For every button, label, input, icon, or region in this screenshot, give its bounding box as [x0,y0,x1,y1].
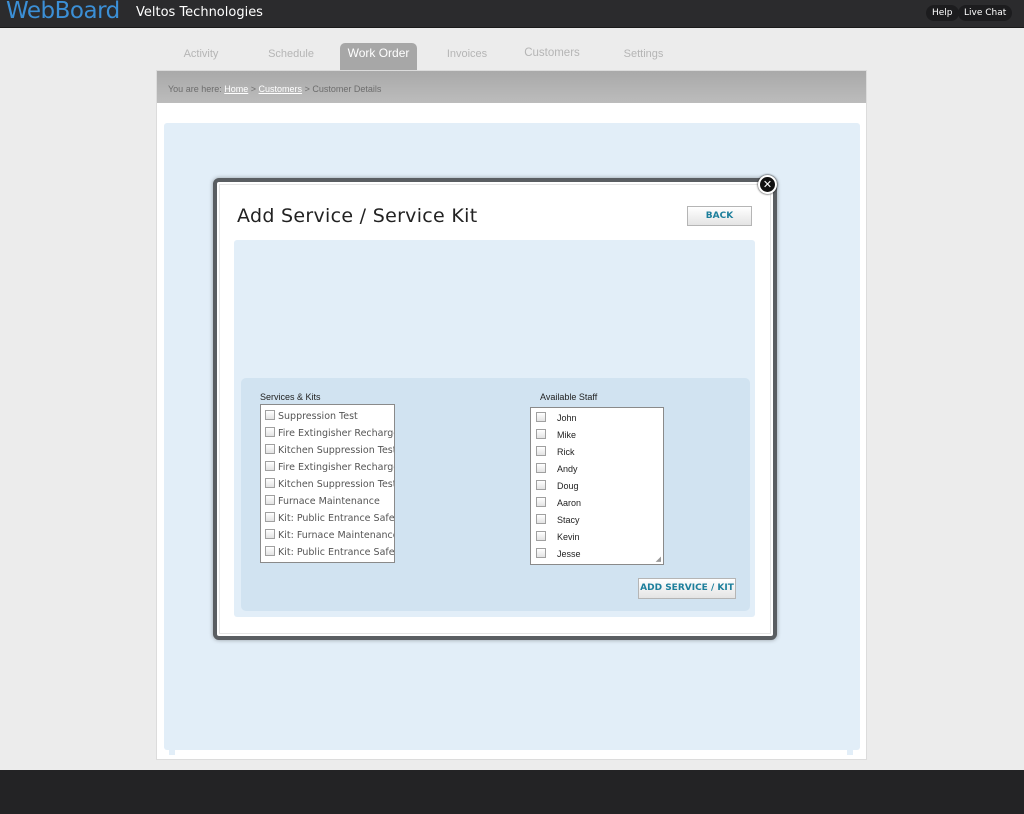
list-item[interactable]: Kit: Public Entrance Safetly [265,546,395,560]
staff-name: Stacy [557,515,580,525]
breadcrumb-separator: > [304,84,310,94]
list-item[interactable]: Kit: Furnace Maintenance [265,529,395,543]
staff-name: Andy [557,464,578,474]
checkbox[interactable] [536,514,546,524]
list-item[interactable]: Fire Extingisher Recharge [265,427,395,441]
service-name: Kit: Public Entrance Safetly [278,513,395,524]
list-item[interactable]: Jesse [536,548,581,562]
tab-settings[interactable]: Settings [611,43,676,70]
list-item[interactable]: Rick [536,446,575,460]
checkbox[interactable] [265,444,275,454]
service-name: Fire Extingisher Recharge [278,428,395,439]
webboard-logo[interactable]: WebBoard [6,0,120,24]
list-item[interactable]: Kevin [536,531,580,545]
modal-title: Add Service / Service Kit [237,205,478,227]
breadcrumb-bar: You are here: Home > Customers > Custome… [157,71,866,103]
checkbox[interactable] [265,512,275,522]
list-item[interactable]: Suppression Test [265,410,358,424]
list-item[interactable]: Fire Extingisher Recharge [265,461,395,475]
checkbox[interactable] [536,548,546,558]
checkbox[interactable] [536,412,546,422]
breadcrumb-customers-link[interactable]: Customers [259,84,303,94]
top-bar: WebBoard Veltos Technologies Help Live C… [0,0,1024,28]
service-name: Kitchen Suppression Test [278,445,395,456]
services-list[interactable]: Suppression Test Fire Extingisher Rechar… [260,404,395,563]
content-foot-left [169,749,175,755]
checkbox[interactable] [536,531,546,541]
services-label: Services & Kits [260,392,321,402]
checkbox[interactable] [536,497,546,507]
help-button[interactable]: Help [926,5,959,21]
checkbox[interactable] [265,478,275,488]
service-name: Suppression Test [278,411,358,422]
content-foot-right [847,749,853,755]
list-item[interactable]: Kit: Public Entrance Safetly [265,512,395,526]
service-name: Fire Extingisher Recharge [278,462,395,473]
checkbox[interactable] [536,446,546,456]
list-item[interactable]: Kitchen Suppression Test [265,478,395,492]
list-item[interactable]: Doug [536,480,579,494]
company-name: Veltos Technologies [136,5,263,20]
back-button[interactable]: BACK [687,206,752,226]
list-item[interactable]: Kitchen Suppression Test [265,444,395,458]
resize-grip-icon[interactable]: ◢ [656,555,661,563]
checkbox[interactable] [536,463,546,473]
live-chat-button[interactable]: Live Chat [958,5,1013,21]
add-service-kit-button[interactable]: ADD SERVICE / KIT [638,578,736,599]
service-name: Kit: Public Entrance Safetly [278,547,395,558]
tab-schedule[interactable]: Schedule [256,43,326,70]
breadcrumb-separator: > [250,84,257,94]
list-item[interactable]: Furnace Maintenance [265,495,380,509]
staff-name: Doug [557,481,579,491]
breadcrumb-prefix: You are here: [168,84,222,94]
checkbox[interactable] [265,529,275,539]
breadcrumb: You are here: Home > Customers > Custome… [168,84,381,94]
list-item[interactable]: Mike [536,429,576,443]
staff-name: Aaron [557,498,582,508]
tab-work-order[interactable]: Work Order [340,43,417,70]
checkbox[interactable] [265,427,275,437]
checkbox[interactable] [536,429,546,439]
checkbox[interactable] [265,495,275,505]
bottom-bar [0,770,1024,814]
tab-activity[interactable]: Activity [168,43,234,70]
checkbox[interactable] [265,546,275,556]
list-item[interactable]: Andy [536,463,578,477]
list-item[interactable]: Aaron [536,497,581,511]
staff-list[interactable]: John Mike Rick Andy Doug Aaron Stacy Kev… [530,407,664,565]
staff-name: Jesse [557,549,581,559]
service-name: Furnace Maintenance [278,496,380,507]
checkbox[interactable] [536,480,546,490]
checkbox[interactable] [265,461,275,471]
tab-invoices[interactable]: Invoices [436,43,498,70]
breadcrumb-home-link[interactable]: Home [224,84,248,94]
breadcrumb-current: Customer Details [312,84,382,94]
staff-name: Rick [557,447,575,457]
close-icon[interactable]: ✕ [758,175,777,194]
staff-name: Kevin [557,532,580,542]
list-item[interactable]: John [536,412,577,426]
staff-label: Available Staff [540,392,598,402]
staff-name: Mike [557,430,577,440]
tab-customers[interactable]: Customers [516,43,588,70]
list-item[interactable]: Stacy [536,514,580,528]
service-name: Kit: Furnace Maintenance [278,530,395,541]
staff-name: John [557,413,577,423]
checkbox[interactable] [265,410,275,420]
main-nav-tabs: Activity Schedule Work Order Invoices Cu… [156,43,866,71]
service-name: Kitchen Suppression Test [278,479,395,490]
